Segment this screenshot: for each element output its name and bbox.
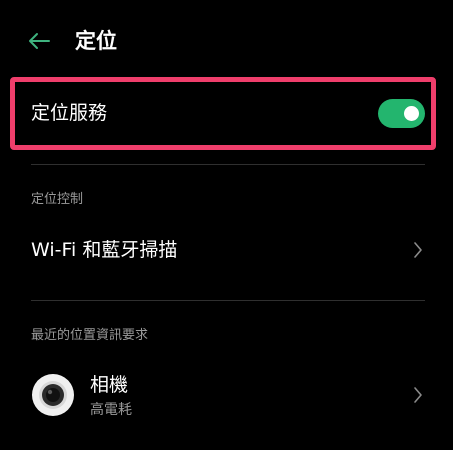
app-usage: 高電耗 bbox=[90, 402, 132, 418]
wifi-bluetooth-scan-label: Wi-Fi 和藍牙掃描 bbox=[31, 239, 178, 261]
app-name: 相機 bbox=[90, 374, 129, 396]
divider bbox=[31, 300, 425, 301]
app-row-camera[interactable] bbox=[15, 360, 435, 430]
chevron-right-icon bbox=[410, 383, 426, 407]
camera-app-icon bbox=[32, 374, 74, 416]
section-header-location-control: 定位控制 bbox=[31, 192, 84, 207]
arrow-left-icon bbox=[29, 33, 50, 49]
location-service-toggle[interactable] bbox=[378, 99, 425, 128]
section-header-recent-requests: 最近的位置資訊要求 bbox=[31, 328, 149, 343]
toggle-knob bbox=[404, 106, 419, 121]
chevron-right-icon bbox=[410, 238, 426, 262]
back-button[interactable] bbox=[24, 26, 54, 56]
location-service-label: 定位服務 bbox=[31, 102, 108, 124]
page-title: 定位 bbox=[75, 29, 117, 53]
divider bbox=[31, 164, 425, 165]
